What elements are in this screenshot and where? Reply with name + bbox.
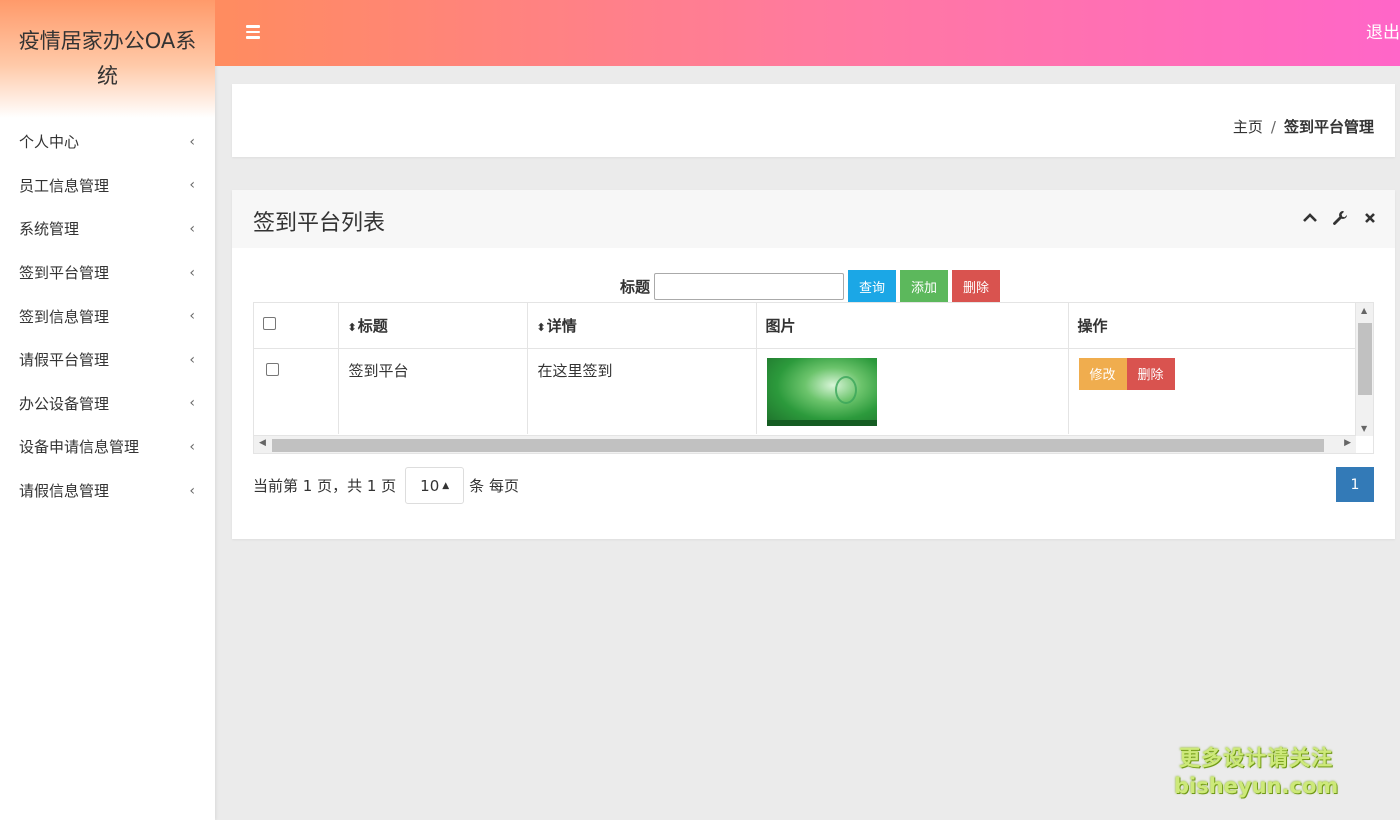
- add-button[interactable]: 添加: [900, 270, 949, 302]
- logout-button[interactable]: 退出: [1366, 18, 1400, 43]
- column-label: 图片: [765, 316, 796, 335]
- column-header-title[interactable]: ⬍标题: [338, 303, 528, 349]
- chevron-left-icon: ‹: [189, 438, 195, 455]
- pagination-info: 当前第 1 页，共 1 页 10 ▲ 条 每页: [253, 467, 519, 504]
- row-checkbox[interactable]: [266, 362, 279, 376]
- sidebar-item-label: 员工信息管理: [19, 176, 110, 195]
- sidebar-item-system[interactable]: 系统管理 ‹: [0, 207, 215, 251]
- column-label: 标题: [357, 316, 388, 335]
- sidebar-item-label: 个人中心: [19, 133, 80, 152]
- panel-header: 签到平台列表: [232, 190, 1395, 248]
- select-all-cell: [254, 303, 339, 349]
- page-size-value: 10: [420, 476, 440, 495]
- page-number-button[interactable]: 1: [1336, 467, 1374, 502]
- sidebar-item-label: 设备申请信息管理: [19, 438, 140, 457]
- chevron-left-icon: ‹: [189, 395, 195, 412]
- search-bar: 标题 查询 添加 删除: [620, 270, 1004, 302]
- sidebar-item-checkin-info[interactable]: 签到信息管理 ‹: [0, 294, 215, 338]
- breadcrumb: 主页 / 签到平台管理: [1233, 116, 1374, 137]
- sidebar-item-label: 请假信息管理: [19, 482, 110, 501]
- page-size-suffix: 条 每页: [469, 477, 519, 495]
- sidebar: 疫情居家办公OA系统 个人中心 ‹ 员工信息管理 ‹ 系统管理 ‹ 签到平台管理 ‹ 签…: [0, 0, 215, 820]
- sort-icon: ⬍: [536, 320, 546, 334]
- scroll-up-icon[interactable]: ▲: [1361, 306, 1367, 315]
- sidebar-item-leave-info[interactable]: 请假信息管理 ‹: [0, 469, 215, 513]
- watermark-line1: 更多设计请关注: [1179, 746, 1334, 770]
- column-header-actions: 操作: [1068, 303, 1357, 349]
- sort-icon: ⬍: [347, 320, 357, 334]
- row-image-cell: [756, 348, 1069, 434]
- close-icon[interactable]: [1361, 208, 1379, 228]
- caret-up-icon: ▲: [442, 480, 450, 491]
- data-table-container: ⬍标题 ⬍详情 图片 操作 签到平台 在这里签到 修改 删除 ▲ ▼ ◀ ▶: [253, 302, 1374, 454]
- row-select-cell: [254, 348, 339, 434]
- select-all-checkbox[interactable]: [263, 317, 276, 331]
- sidebar-item-label: 请假平台管理: [19, 351, 110, 370]
- chevron-left-icon: ‹: [189, 351, 195, 368]
- scroll-right-icon[interactable]: ▶: [1344, 438, 1351, 448]
- breadcrumb-panel: 主页 / 签到平台管理: [232, 84, 1395, 157]
- scroll-left-icon[interactable]: ◀: [259, 438, 266, 448]
- batch-delete-button[interactable]: 删除: [952, 270, 1001, 302]
- page-title: 签到平台列表: [253, 211, 386, 236]
- chevron-left-icon: ‹: [189, 308, 195, 325]
- page-size-select[interactable]: 10 ▲: [405, 467, 465, 504]
- breadcrumb-current: 签到平台管理: [1283, 118, 1374, 136]
- table-header-row: ⬍标题 ⬍详情 图片 操作: [254, 303, 1357, 349]
- list-panel: 签到平台列表 标题 查询 添加 删除 ⬍标题 ⬍详情 图片 操作 签到平台 在这…: [232, 190, 1395, 539]
- column-header-image: 图片: [756, 303, 1069, 349]
- sidebar-item-label: 签到平台管理: [19, 264, 110, 283]
- hamburger-icon[interactable]: [246, 25, 260, 39]
- search-label: 标题: [620, 277, 651, 296]
- collapse-icon[interactable]: [1301, 208, 1319, 228]
- page-summary: 当前第 1 页，共 1 页: [253, 477, 397, 495]
- sidebar-item-personal-center[interactable]: 个人中心 ‹: [0, 120, 215, 164]
- watermark: 更多设计请关注 bisheyun.com: [1174, 742, 1338, 798]
- panel-tools: [1301, 208, 1379, 228]
- table-row: 签到平台 在这里签到 修改 删除: [254, 348, 1357, 434]
- scrollbar-thumb[interactable]: [272, 439, 1324, 452]
- chevron-left-icon: ‹: [189, 220, 195, 237]
- search-input[interactable]: [654, 272, 845, 300]
- row-actions-cell: 修改 删除: [1068, 348, 1357, 434]
- scroll-down-icon[interactable]: ▼: [1361, 424, 1367, 433]
- breadcrumb-home[interactable]: 主页: [1233, 118, 1263, 136]
- column-header-detail[interactable]: ⬍详情: [527, 303, 757, 349]
- row-detail: 在这里签到: [527, 348, 757, 434]
- brand: 疫情居家办公OA系统: [0, 0, 215, 118]
- column-label: 详情: [546, 316, 577, 335]
- wrench-icon[interactable]: [1331, 208, 1349, 228]
- chevron-left-icon: ‹: [189, 133, 195, 150]
- sidebar-item-leave-platform[interactable]: 请假平台管理 ‹: [0, 338, 215, 382]
- sidebar-item-label: 签到信息管理: [19, 307, 110, 326]
- chevron-left-icon: ‹: [189, 264, 195, 281]
- sidebar-item-checkin-platform[interactable]: 签到平台管理 ‹: [0, 251, 215, 295]
- column-label: 操作: [1077, 316, 1108, 335]
- sidebar-item-employee-info[interactable]: 员工信息管理 ‹: [0, 164, 215, 208]
- query-button[interactable]: 查询: [848, 270, 897, 302]
- horizontal-scrollbar[interactable]: ◀ ▶: [254, 435, 1356, 453]
- breadcrumb-separator: /: [1270, 118, 1276, 136]
- row-title: 签到平台: [338, 348, 528, 434]
- delete-button[interactable]: 删除: [1126, 357, 1175, 390]
- edit-button[interactable]: 修改: [1078, 357, 1127, 390]
- sidebar-menu: 个人中心 ‹ 员工信息管理 ‹ 系统管理 ‹ 签到平台管理 ‹ 签到信息管理 ‹ 请假平台…: [0, 120, 215, 512]
- chevron-left-icon: ‹: [189, 177, 195, 194]
- sidebar-item-label: 系统管理: [19, 220, 80, 239]
- app-title: 疫情居家办公OA系统: [18, 29, 197, 88]
- chevron-left-icon: ‹: [189, 482, 195, 499]
- row-thumbnail-image[interactable]: [766, 357, 877, 426]
- vertical-scrollbar[interactable]: ▲ ▼: [1355, 303, 1373, 436]
- sidebar-item-office-equipment[interactable]: 办公设备管理 ‹: [0, 382, 215, 426]
- sidebar-item-label: 办公设备管理: [19, 394, 110, 413]
- watermark-line2: bisheyun.com: [1174, 774, 1339, 798]
- scrollbar-thumb[interactable]: [1358, 323, 1372, 395]
- top-bar: 退出: [215, 0, 1400, 66]
- data-table: ⬍标题 ⬍详情 图片 操作 签到平台 在这里签到 修改 删除: [254, 303, 1357, 434]
- sidebar-item-equipment-request[interactable]: 设备申请信息管理 ‹: [0, 425, 215, 469]
